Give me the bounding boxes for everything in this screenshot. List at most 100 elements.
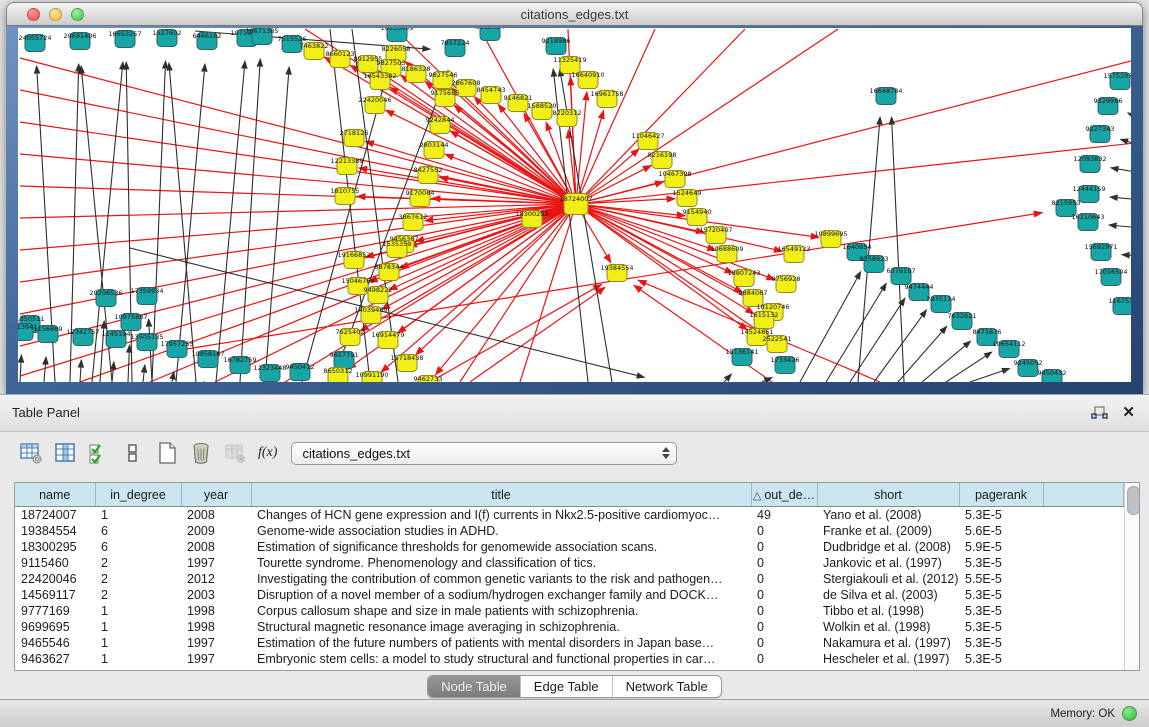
graph-node[interactable]: 12323448 [253,364,286,382]
graph-node[interactable]: 1810755 [331,187,360,205]
table-cell[interactable] [1043,651,1123,667]
graph-node[interactable]: 10991190 [355,371,388,382]
column-header-in_degree[interactable]: in_degree [95,483,181,507]
table-cell[interactable]: Disruption of a novel member of a sodium… [251,587,751,603]
graph-node[interactable]: 10688609 [710,245,743,263]
table-row[interactable]: 946554611997Estimation of the future num… [15,635,1123,651]
graph-node[interactable]: 12093832 [1073,155,1106,173]
table-cell[interactable] [1043,539,1123,555]
table-row[interactable]: 1830029562008Estimation of significance … [15,539,1123,555]
table-cell[interactable]: Yano et al. (2008) [817,507,959,524]
table-cell[interactable]: 9463627 [15,651,95,667]
zoom-window-icon[interactable] [71,8,84,21]
table-cell[interactable] [1043,587,1123,603]
table-cell[interactable]: 1 [95,507,181,524]
graph-node[interactable]: 6379197 [887,267,916,285]
function-builder-icon[interactable]: f(x) [258,445,277,461]
graph-node[interactable]: 7632621 [948,312,977,330]
table-row[interactable]: 2242004622012Investigating the contribut… [15,571,1123,587]
table-cell[interactable] [1043,603,1123,619]
graph-node[interactable]: 1524649 [673,189,702,207]
graph-node[interactable]: 20691406 [63,32,96,50]
table-cell[interactable]: 22420046 [15,571,95,587]
table-row[interactable]: 1872400712008Changes of HCN gene express… [15,507,1123,524]
table-scrollbar-thumb[interactable] [1127,486,1140,515]
graph-node[interactable]: 16543382 [363,72,396,90]
network-canvas[interactable]: 2405572420691406166532571527602646616210… [18,28,1131,382]
table-cell[interactable]: Corpus callosum shape and size in male p… [251,603,751,619]
tab-node-table[interactable]: Node Table [428,676,520,697]
table-cell[interactable]: 2003 [181,587,251,603]
table-cell[interactable]: 1 [95,603,181,619]
graph-node[interactable]: 24055724 [18,34,51,52]
graph-node[interactable]: 9227343 [1086,125,1115,143]
minimize-window-icon[interactable] [49,8,62,21]
graph-node[interactable]: 8220312 [553,109,582,127]
graph-node[interactable]: 2935114 [927,295,956,313]
select-attributes-icon[interactable] [86,440,112,466]
graph-node[interactable]: 9450432 [1038,369,1067,382]
table-cell[interactable]: Estimation of the future numbers of pati… [251,635,751,651]
table-cell[interactable]: 6 [95,523,181,539]
table-cell[interactable]: 0 [751,635,817,651]
column-header-title[interactable]: title [251,483,751,507]
graph-node[interactable]: 8660123 [326,50,355,68]
table-cell[interactable]: Nakamura et al. (1997) [817,635,959,651]
graph-node[interactable]: 15136141 [725,348,758,366]
table-cell[interactable] [1043,555,1123,571]
close-panel-icon[interactable]: ✕ [1122,404,1135,422]
graph-node[interactable]: 16653257 [108,30,141,48]
table-cell[interactable]: 19384554 [15,523,95,539]
table-cell[interactable]: 1997 [181,555,251,571]
table-cell[interactable]: Stergiakouli et al. (2012) [817,571,959,587]
table-cell[interactable]: 18724007 [15,507,95,524]
graph-node[interactable]: 1733426 [771,356,800,374]
graph-node[interactable]: 18724007 [559,194,592,215]
column-chooser-icon[interactable] [52,440,78,466]
graph-node[interactable]: 9175685 [431,89,460,107]
table-cell[interactable]: 5.6E-5 [959,523,1043,539]
graph-node[interactable]: 20206536 [89,289,122,307]
table-cell[interactable]: Structural magnetic resonance image aver… [251,619,751,635]
column-header-short[interactable]: short [817,483,959,507]
table-cell[interactable]: 5.3E-5 [959,587,1043,603]
table-cell[interactable]: de Silva et al. (2003) [817,587,959,603]
graph-node[interactable]: 9450412 [286,363,315,381]
table-cell[interactable]: 0 [751,651,817,667]
table-scrollbar[interactable] [1124,483,1140,670]
table-cell[interactable]: Estimation of significance thresholds fo… [251,539,751,555]
column-header-name[interactable]: name [15,483,95,507]
table-cell[interactable]: 1 [95,635,181,651]
graph-node[interactable]: 10654112 [992,340,1025,358]
table-cell[interactable]: 2008 [181,539,251,555]
graph-node[interactable]: 16033809 [380,28,413,42]
graph-node[interactable]: 9154940 [683,208,712,226]
table-cell[interactable]: Jankovic et al. (1997) [817,555,959,571]
graph-node[interactable]: 17016504 [1094,268,1127,286]
graph-node[interactable]: 1615132 [750,311,779,329]
table-cell[interactable]: 1 [95,619,181,635]
graph-node[interactable]: 9756928 [772,275,801,293]
graph-node[interactable]: 3867612 [399,213,428,231]
graph-node[interactable]: 9498222 [364,286,393,304]
close-window-icon[interactable] [27,8,40,21]
graph-node[interactable]: 15720407 [699,226,732,244]
table-cell[interactable]: 5.3E-5 [959,651,1043,667]
graph-node[interactable]: 7463822 [300,42,329,60]
table-cell[interactable]: 5.3E-5 [959,603,1043,619]
table-cell[interactable]: 1998 [181,619,251,635]
table-row[interactable]: 946362711997Embryonic stem cells: a mode… [15,651,1123,667]
graph-node[interactable]: 9657791 [330,351,359,369]
table-cell[interactable] [1043,619,1123,635]
table-cell[interactable] [1043,523,1123,539]
column-header-filler[interactable] [1043,483,1123,507]
graph-node[interactable]: 8454743 [477,86,506,104]
table-settings-icon[interactable] [18,440,44,466]
graph-node[interactable]: 19166852 [337,251,370,269]
graph-node[interactable]: 16782759 [223,356,256,374]
table-cell[interactable] [1043,507,1123,524]
table-cell[interactable]: Embryonic stem cells: a model to study s… [251,651,751,667]
graph-node[interactable]: 2522541 [763,335,792,353]
table-cell[interactable]: Tourette syndrome. Phenomenology and cla… [251,555,751,571]
network-window-titlebar[interactable]: citations_edges.txt [6,2,1143,26]
